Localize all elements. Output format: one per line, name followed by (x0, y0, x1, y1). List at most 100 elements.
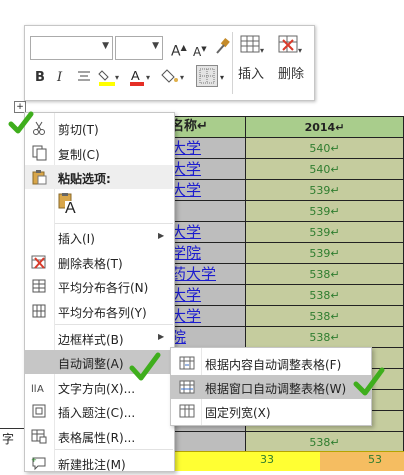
svg-text:▾: ▾ (146, 73, 150, 82)
mini-toolbar: ▼ ▼ A▲ A▼ ▾ 插入 ▾ 删除 B I ▾ A ▾ ▾ ▾ (24, 25, 315, 101)
menu-item-label: 平均分布各行(N) (58, 281, 149, 295)
table-row: 学院 539↵ (170, 242, 404, 264)
table-row: 大学 540↵ (170, 137, 404, 159)
toolbar-divider (232, 32, 233, 94)
submenu-item-label: 固定列宽(X) (205, 406, 271, 420)
format-painter-icon[interactable] (213, 37, 231, 60)
score-cell[interactable]: 538↵ (245, 284, 404, 306)
svg-text:+: + (31, 456, 37, 464)
university-name-cell[interactable]: 大学 (170, 179, 246, 201)
menu-item-label: 复制(C) (58, 148, 100, 162)
table-row: 大学 539↵ (170, 221, 404, 243)
insert-table-icon[interactable]: ▾ (239, 34, 267, 61)
highlight-color-icon[interactable]: ▾ (97, 67, 123, 92)
context-menu: 剪切(T) 复制(C) 粘贴选项: A 插入(I) ▶ 删除表格(T) 平均分布… (24, 112, 175, 472)
delete-table-icon[interactable]: ▾ (277, 34, 305, 61)
university-name-cell[interactable] (170, 200, 246, 222)
score-cell[interactable]: 539↵ (245, 200, 404, 222)
bold-button[interactable]: B (35, 70, 45, 86)
university-name-cell[interactable]: 学院 (170, 242, 246, 264)
svg-text:▾: ▾ (298, 46, 302, 55)
font-name-combo[interactable]: ▼ (30, 36, 113, 60)
menu-item-cut[interactable]: 剪切(T) (25, 116, 174, 140)
bottom-cell-yellow[interactable]: 33 (170, 451, 320, 471)
score-cell[interactable]: 539↵ (245, 242, 404, 264)
submenu-item-autofit-window[interactable]: 根据窗口自动调整表格(W) (171, 375, 371, 399)
text-direction-icon: ll A (31, 379, 47, 395)
table-row: 539↵ (170, 200, 404, 222)
score-cell[interactable]: 538↵ (245, 431, 404, 453)
menu-item-label: 文字方向(X)... (58, 382, 136, 396)
university-name-cell[interactable]: 大学 (170, 284, 246, 306)
university-name-cell[interactable]: 大学 (170, 158, 246, 180)
insert-caption-icon (31, 403, 47, 419)
university-name-cell[interactable]: 大学 (170, 221, 246, 243)
grow-font-icon[interactable]: A▲ (171, 40, 187, 60)
score-cell[interactable]: 539↵ (245, 221, 404, 243)
menu-item-new-comment[interactable]: + 新建批注(M) (25, 451, 174, 475)
shrink-font-icon[interactable]: A▼ (193, 41, 207, 60)
menu-item-insert[interactable]: 插入(I) ▶ (25, 225, 174, 249)
university-name-cell[interactable] (170, 431, 246, 453)
delete-button-label[interactable]: 删除 (278, 67, 304, 83)
borders-icon[interactable] (196, 65, 218, 87)
university-name-cell[interactable]: 药大学 (170, 263, 246, 285)
checkmark-icon (352, 366, 386, 401)
svg-text:▾: ▾ (180, 73, 184, 82)
score-cell[interactable]: 540↵ (245, 137, 404, 159)
font-color-icon[interactable]: A ▾ (128, 67, 154, 92)
autofit-submenu: 根据内容自动调整表格(F) 根据窗口自动调整表格(W) 固定列宽(X) (170, 347, 372, 426)
menu-item-insert-caption[interactable]: 插入题注(C)... (25, 399, 174, 423)
svg-text:ll: ll (31, 384, 37, 395)
table-row: 药大学 538↵ (170, 263, 404, 285)
distribute-columns-icon (31, 303, 47, 319)
chevron-down-icon: ▼ (102, 41, 109, 51)
header-year-cell[interactable]: 2014↵ (245, 116, 404, 138)
score-cell[interactable]: 539↵ (245, 179, 404, 201)
score-cell[interactable]: 538↵ (245, 326, 404, 348)
submenu-item-fixed-column-width[interactable]: 固定列宽(X) (171, 399, 371, 423)
menu-separator (55, 223, 173, 224)
score-cell[interactable]: 538↵ (245, 263, 404, 285)
menu-item-label: 平均分布各列(Y) (58, 306, 147, 320)
menu-item-label: 删除表格(T) (58, 257, 123, 271)
menu-item-label: 自动调整(A) (58, 357, 124, 371)
paste-text-only-icon[interactable]: A (58, 193, 78, 217)
menu-item-copy[interactable]: 复制(C) (25, 141, 174, 165)
autofit-window-icon (179, 379, 195, 395)
score-cell[interactable]: 538↵ (245, 305, 404, 327)
menu-item-table-properties[interactable]: 表格属性(R)... (25, 424, 174, 448)
university-name-cell[interactable]: 大学 (170, 137, 246, 159)
delete-table-icon (31, 254, 47, 270)
fixed-column-width-icon (179, 403, 195, 419)
chevron-down-icon[interactable]: ▾ (220, 70, 224, 86)
submenu-item-label: 根据窗口自动调整表格(W) (205, 382, 347, 396)
insert-button-label[interactable]: 插入 (238, 67, 264, 83)
bottom-cell-orange[interactable]: 53 (320, 451, 404, 471)
bottom-cell-value: 53 (368, 453, 382, 466)
table-row: 大学 538↵ (170, 305, 404, 327)
italic-button[interactable]: I (57, 70, 62, 86)
center-align-icon[interactable] (77, 69, 91, 88)
menu-item-distribute-columns[interactable]: 平均分布各列(Y) (25, 299, 174, 323)
score-cell[interactable]: 540↵ (245, 158, 404, 180)
checkmark-icon (8, 110, 34, 139)
left-stub-text: 字 (2, 432, 15, 446)
svg-text:A: A (37, 384, 44, 395)
menu-item-label: 表格属性(R)... (58, 431, 136, 445)
university-name-cell[interactable]: 大学 (170, 305, 246, 327)
submenu-item-autofit-contents[interactable]: 根据内容自动调整表格(F) (171, 351, 371, 375)
table-row: 院 538↵ (170, 326, 404, 348)
menu-item-border-style[interactable]: 边框样式(B) ▶ (25, 326, 174, 350)
header-name-cell[interactable]: 名称↵ (170, 116, 246, 138)
menu-item-label: 粘贴选项: (58, 172, 111, 186)
table-row: 大学 539↵ (170, 179, 404, 201)
menu-item-distribute-rows[interactable]: 平均分布各行(N) (25, 274, 174, 298)
menu-item-label: 插入题注(C)... (58, 406, 136, 420)
distribute-rows-icon (31, 278, 47, 294)
menu-item-delete-table[interactable]: 删除表格(T) (25, 250, 174, 274)
university-name-cell[interactable]: 院 (170, 326, 246, 348)
font-size-combo[interactable]: ▼ (115, 36, 163, 60)
checkmark-icon (128, 350, 162, 387)
shading-color-icon[interactable]: ▾ (161, 67, 189, 92)
